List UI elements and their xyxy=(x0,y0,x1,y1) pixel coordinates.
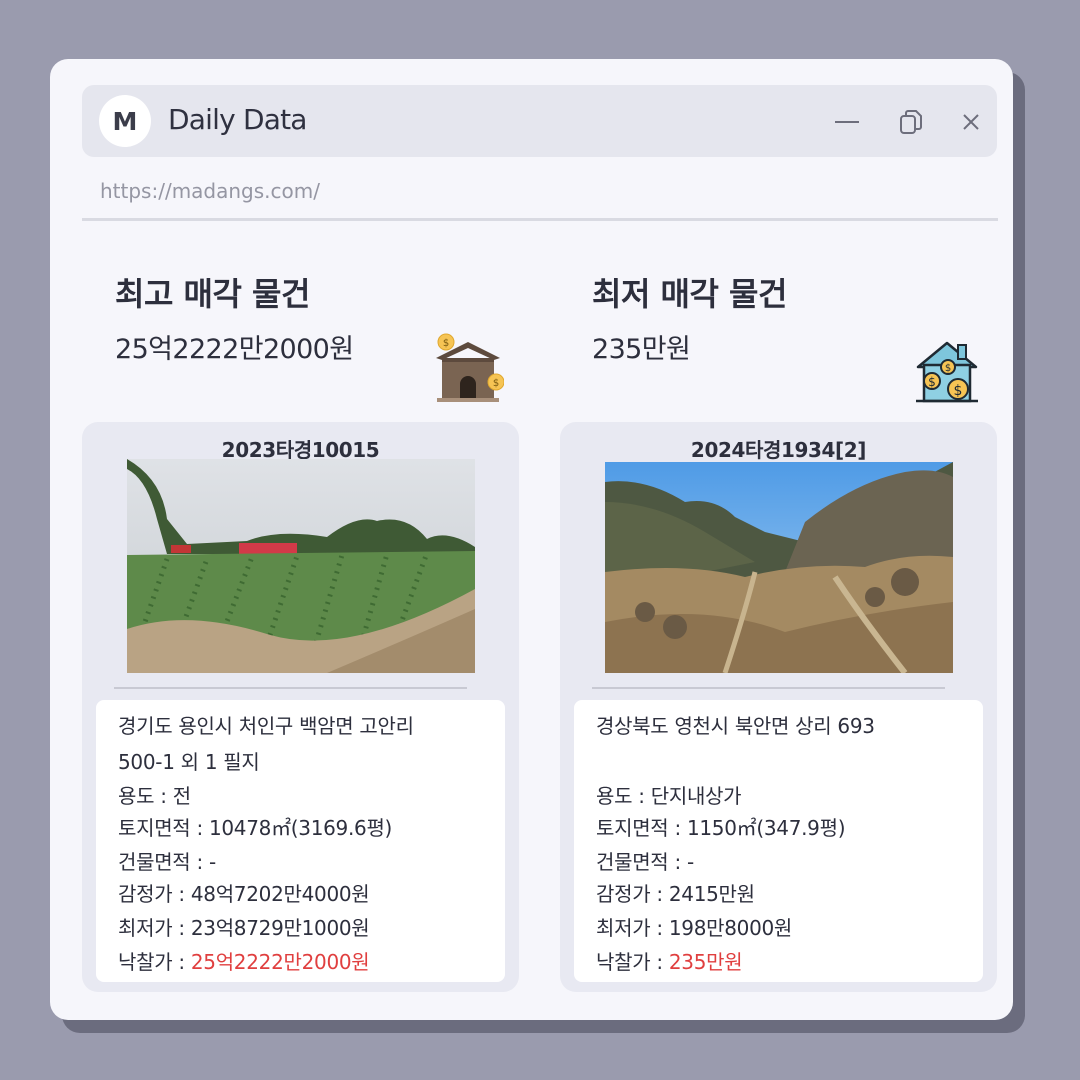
url-text[interactable]: https://madangs.com/ xyxy=(100,179,320,203)
restore-icon xyxy=(900,110,922,134)
usage-label: 용도 : xyxy=(118,784,173,808)
lowest-price: 235만원 xyxy=(592,334,691,365)
house-coins-icon: $ $ xyxy=(434,332,505,408)
usage-value: 단지내상가 xyxy=(650,784,742,808)
case-number[interactable]: 2024타경1934[2] xyxy=(560,434,997,463)
winning-bid-value: 25억2222만2000원 xyxy=(190,950,370,974)
restore-button[interactable] xyxy=(896,107,926,137)
building-area: 건물면적 : - xyxy=(596,850,694,874)
card-divider xyxy=(114,687,467,689)
house-money-icon: $ $ $ xyxy=(916,339,978,409)
highest-property-card[interactable]: 2023타경10015 경기도 용인시 처인구 백암면 고안리 500-1 외 … xyxy=(82,422,519,992)
lowest-heading: 최저 매각 물건 xyxy=(592,275,787,313)
winning-bid-label: 낙찰가 : xyxy=(596,950,669,974)
title-bar: M Daily Data xyxy=(82,85,997,157)
minimum-price: 최저가 : 198만8000원 xyxy=(596,916,793,940)
land-area: 토지면적 : 10478㎡(3169.6평) xyxy=(118,816,393,840)
winning-bid-label: 낙찰가 : xyxy=(118,950,191,974)
card-divider xyxy=(592,687,945,689)
svg-text:$: $ xyxy=(493,378,499,389)
address-line1: 경상북도 영천시 북안면 상리 693 xyxy=(596,714,875,738)
address-line1: 경기도 용인시 처인구 백암면 고안리 xyxy=(118,714,414,738)
close-button[interactable] xyxy=(956,107,986,137)
property-info: 경상북도 영천시 북안면 상리 693 용도 : 단지내상가 토지면적 : 11… xyxy=(574,700,983,982)
winning-bid-row: 낙찰가 : 25억2222만2000원 xyxy=(118,946,370,975)
address-line2: 500-1 외 1 필지 xyxy=(118,750,260,774)
header-divider xyxy=(82,218,998,221)
app-title: Daily Data xyxy=(168,103,307,136)
svg-text:$: $ xyxy=(928,375,936,389)
property-photo[interactable] xyxy=(605,462,953,673)
minimize-icon xyxy=(835,121,859,123)
property-photo[interactable] xyxy=(127,459,475,673)
usage-row: 용도 : 전 xyxy=(118,780,191,809)
highest-heading: 최고 매각 물건 xyxy=(115,275,310,313)
property-info: 경기도 용인시 처인구 백암면 고안리 500-1 외 1 필지 용도 : 전 … xyxy=(96,700,505,982)
land-area: 토지면적 : 1150㎡(347.9평) xyxy=(596,816,846,840)
minimize-button[interactable] xyxy=(832,107,862,137)
lowest-property-card[interactable]: 2024타경1934[2] 경상북도 영천시 북안면 상리 693 용도: 단… xyxy=(560,422,997,992)
close-icon xyxy=(963,114,979,130)
usage-row: 용도 : 단지내상가 xyxy=(596,780,742,809)
appraisal-price: 감정가 : 2415만원 xyxy=(596,882,755,906)
usage-value: 전 xyxy=(172,784,191,808)
app-window: M Daily Data https://madangs.com/ 최고 매각 … xyxy=(50,59,1013,1020)
highest-price: 25억2222만2000원 xyxy=(115,334,354,365)
winning-bid-row: 낙찰가 : 235만원 xyxy=(596,946,743,975)
avatar[interactable]: M xyxy=(99,95,151,147)
svg-text:$: $ xyxy=(443,338,449,349)
usage-label: 용도 : xyxy=(596,784,651,808)
appraisal-price: 감정가 : 48억7202만4000원 xyxy=(118,882,370,906)
minimum-price: 최저가 : 23억8729만1000원 xyxy=(118,916,370,940)
svg-text:$: $ xyxy=(945,363,951,374)
winning-bid-value: 235만원 xyxy=(668,950,743,974)
building-area: 건물면적 : - xyxy=(118,850,216,874)
svg-text:$: $ xyxy=(954,383,963,399)
